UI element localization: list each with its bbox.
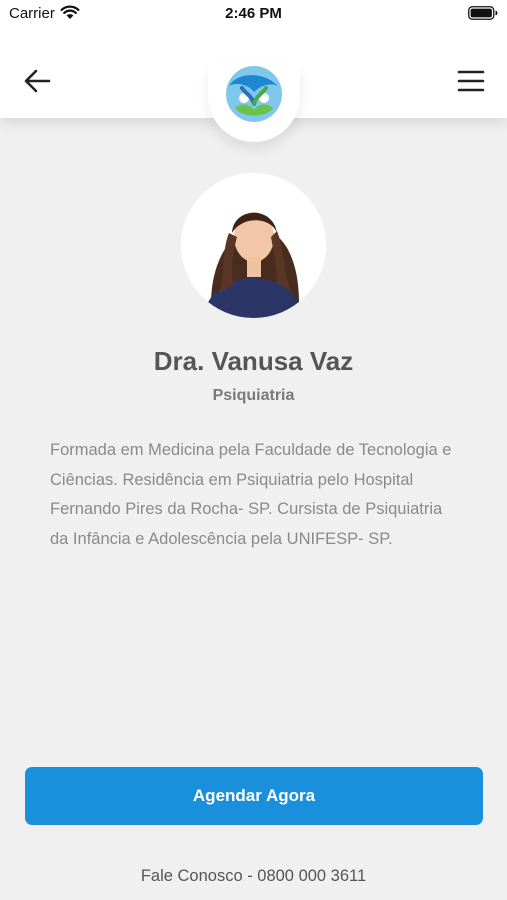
contact-phone-link[interactable]: Fale Conosco - 0800 000 3611 bbox=[0, 867, 507, 886]
status-time: 2:46 PM bbox=[225, 5, 282, 22]
globe-people-logo bbox=[226, 66, 282, 122]
battery-icon bbox=[468, 6, 498, 20]
schedule-now-button[interactable]: Agendar Agora bbox=[25, 767, 483, 825]
doctor-photo bbox=[181, 173, 326, 318]
doctor-name: Dra. Vanusa Vaz bbox=[153, 346, 354, 376]
status-bar: Carrier 2:46 PM bbox=[0, 0, 507, 30]
doctor-profile: Dra. Vanusa Vaz Psiquiatria Formada em M… bbox=[0, 118, 507, 900]
doctor-bio: Formada em Medicina pela Faculdade de Te… bbox=[50, 441, 452, 548]
back-arrow-icon[interactable] bbox=[22, 66, 52, 96]
doctor-specialty: Psiquiatria bbox=[212, 387, 295, 404]
navigation-bar bbox=[0, 30, 507, 142]
hamburger-menu-icon[interactable] bbox=[457, 68, 485, 94]
doctor-avatar bbox=[181, 173, 326, 318]
